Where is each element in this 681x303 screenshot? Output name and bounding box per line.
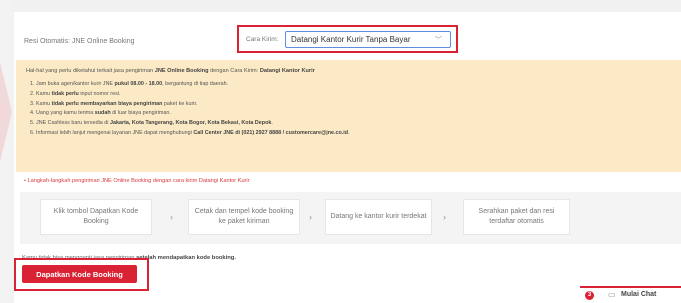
step-2: Cetak dan tempel kode booking ke paket k…	[188, 199, 300, 235]
steps-heading: • Langkah-langkah pengiriman JNE Online …	[24, 178, 250, 184]
booking-button-highlight: Dapatkan Kode Booking	[14, 258, 149, 291]
get-booking-code-button[interactable]: Dapatkan Kode Booking	[22, 265, 137, 283]
chat-count-badge: 3	[585, 291, 594, 300]
cara-kirim-value: Datangi Kantor Kurir Tanpa Bayar	[291, 35, 411, 44]
info-item: 3. Kamu tidak perlu membayarkan biaya pe…	[30, 100, 198, 107]
resi-label: Resi Otomatis: JNE Online Booking	[24, 38, 135, 45]
chat-bubble-icon: ▭	[608, 290, 616, 299]
info-item: 5. JNE Cashless baru tersedia di Jakarta…	[30, 120, 273, 127]
info-item: 6. Informasi lebih lanjut mengenai layan…	[30, 129, 350, 136]
left-decoration	[0, 0, 14, 303]
steps-box: Klik tombol Dapatkan Kode Booking › Ceta…	[20, 192, 681, 244]
info-item: 4. Uang yang kamu terima sudah di luar b…	[30, 110, 171, 117]
cara-kirim-select[interactable]: Datangi Kantor Kurir Tanpa Bayar ﹀	[285, 31, 451, 48]
chevron-right-icon: ›	[309, 212, 312, 222]
decorative-triangle	[0, 62, 12, 162]
cara-kirim-highlight: Cara Kirim: Datangi Kantor Kurir Tanpa B…	[237, 25, 458, 53]
chevron-right-icon: ›	[170, 212, 173, 222]
chevron-down-icon: ﹀	[435, 37, 442, 44]
chat-label: Mulai Chat	[621, 291, 657, 298]
info-list: 1. Jam buka agen/kantor kurir JNE pukul …	[26, 80, 671, 139]
step-3: Datang ke kantor kurir terdekat	[325, 199, 432, 235]
info-box: Hal-hal yang perlu diketahui terkait jas…	[16, 60, 681, 172]
step-4: Serahkan paket dan resi terdaftar otomat…	[463, 199, 570, 235]
cara-kirim-label: Cara Kirim:	[246, 36, 279, 43]
info-title: Hal-hal yang perlu diketahui terkait jas…	[26, 68, 315, 74]
step-1: Klik tombol Dapatkan Kode Booking	[40, 199, 152, 235]
chevron-right-icon: ›	[443, 212, 446, 222]
chat-bar[interactable]: 3 ▭ Mulai Chat	[580, 286, 681, 303]
info-item: 2. Kamu tidak perlu input nomor resi.	[30, 90, 121, 97]
info-item: 1. Jam buka agen/kantor kurir JNE pukul …	[30, 81, 229, 87]
